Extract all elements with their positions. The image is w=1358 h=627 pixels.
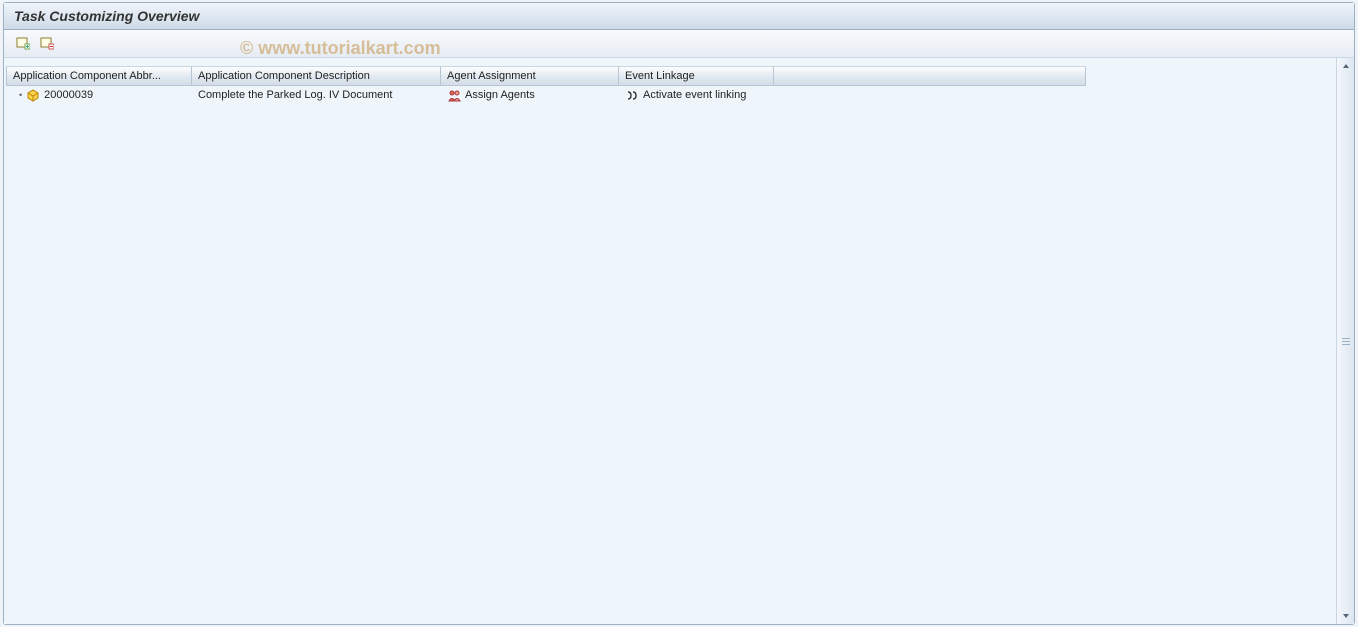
cell-event-text: Activate event linking — [643, 89, 746, 101]
table-row[interactable]: • 20000039 Complete the Parked Log. I — [6, 86, 1086, 104]
content-wrap: Application Component Abbr... Applicatio… — [4, 58, 1354, 624]
collapse-all-button[interactable] — [38, 35, 56, 53]
grid: Application Component Abbr... Applicatio… — [6, 66, 1086, 620]
cell-desc-text: Complete the Parked Log. IV Document — [198, 89, 392, 101]
page-title: Task Customizing Overview — [14, 8, 199, 24]
scroll-up-button[interactable] — [1337, 58, 1354, 74]
col-header-spacer — [774, 67, 1086, 86]
vertical-scrollbar[interactable] — [1336, 58, 1354, 624]
toolbar — [4, 30, 1354, 58]
cell-abbr: • 20000039 — [6, 88, 192, 103]
column-headers: Application Component Abbr... Applicatio… — [6, 66, 1086, 86]
tree-node[interactable]: • 20000039 — [13, 89, 93, 102]
scrollbar-grip-icon[interactable] — [1341, 326, 1350, 356]
main-area: Application Component Abbr... Applicatio… — [4, 58, 1336, 624]
cell-agent-text: Assign Agents — [465, 89, 535, 101]
assign-agents-link[interactable]: Assign Agents — [441, 88, 619, 103]
title-bar: Task Customizing Overview — [4, 3, 1354, 30]
tree-bullet-icon: • — [19, 90, 22, 100]
col-header-agent[interactable]: Agent Assignment — [441, 67, 619, 86]
collapse-all-icon — [40, 37, 54, 50]
cell-spacer — [774, 94, 1086, 96]
agents-icon — [447, 89, 461, 102]
expand-all-button[interactable] — [14, 35, 32, 53]
event-link-icon — [625, 89, 639, 102]
cell-abbr-text: 20000039 — [44, 89, 93, 101]
expand-all-icon — [16, 37, 30, 50]
activate-event-link[interactable]: Activate event linking — [619, 88, 774, 103]
task-icon — [26, 89, 40, 102]
col-header-event[interactable]: Event Linkage — [619, 67, 774, 86]
app-window: Task Customizing Overview — [3, 2, 1355, 625]
col-header-abbr[interactable]: Application Component Abbr... — [6, 67, 192, 86]
cell-desc: Complete the Parked Log. IV Document — [192, 88, 441, 102]
col-header-desc[interactable]: Application Component Description — [192, 67, 441, 86]
scroll-down-button[interactable] — [1337, 608, 1354, 624]
